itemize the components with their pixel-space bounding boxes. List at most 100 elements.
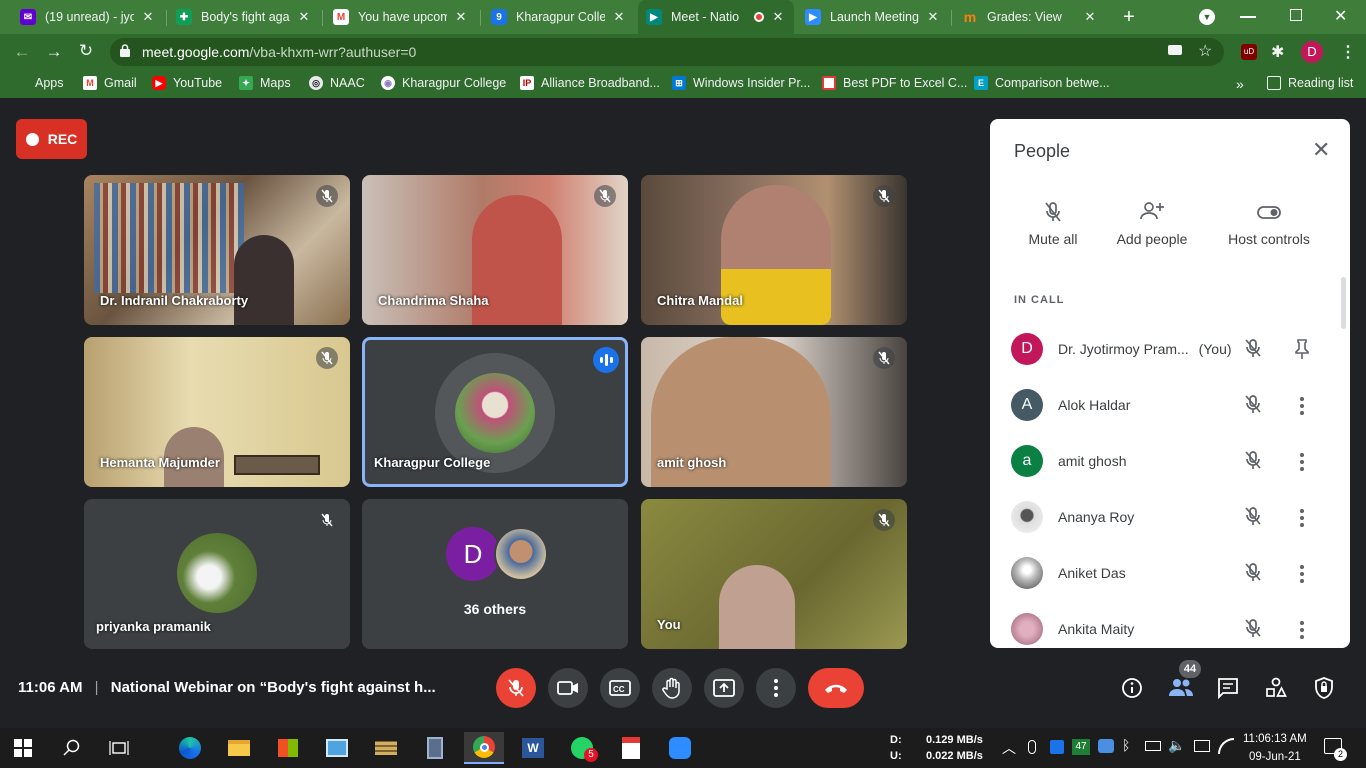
tab-kharagpur-college[interactable]: 9 Kharagpur Colleg ✕ xyxy=(483,0,635,34)
display-icon[interactable] xyxy=(1194,740,1210,752)
pdf-reader-taskbar-icon[interactable] xyxy=(611,732,651,764)
close-icon[interactable]: ✕ xyxy=(140,9,156,25)
participant-row[interactable]: D Dr. Jyotirmoy Pram... (You) xyxy=(990,321,1350,377)
bookmark-star-icon[interactable]: ☆ xyxy=(1198,41,1212,61)
video-tile[interactable]: Chitra Mandal xyxy=(641,175,907,325)
more-options-icon[interactable] xyxy=(1296,618,1308,642)
file-explorer-taskbar-icon[interactable] xyxy=(219,732,259,764)
tab-moodle-grades[interactable]: m Grades: View ✕ xyxy=(954,0,1106,34)
pin-icon[interactable] xyxy=(1293,338,1311,360)
participant-row[interactable]: Aniket Das xyxy=(990,545,1350,601)
microphone-toggle-button[interactable] xyxy=(496,668,536,708)
forward-arrow-icon[interactable]: → xyxy=(42,42,66,62)
close-icon[interactable]: ✕ xyxy=(770,9,786,25)
host-shield-icon[interactable] xyxy=(1313,676,1335,700)
participant-row[interactable]: Ankita Maity xyxy=(990,601,1350,648)
video-tile-active-speaker[interactable]: Kharagpur College xyxy=(362,337,628,487)
others-tile[interactable]: D 36 others xyxy=(362,499,628,649)
video-tile[interactable]: priyanka pramanik xyxy=(84,499,350,649)
chevron-up-icon[interactable]: ︿ xyxy=(1002,738,1016,758)
camera-toggle-button[interactable] xyxy=(548,668,588,708)
ublock-extension-icon[interactable]: uD xyxy=(1241,44,1257,60)
books-taskbar-icon[interactable] xyxy=(366,732,406,764)
battery-icon[interactable] xyxy=(1145,741,1161,751)
calculator-taskbar-icon[interactable] xyxy=(415,732,455,764)
video-tile[interactable]: amit ghosh xyxy=(641,337,907,487)
whatsapp-taskbar-icon[interactable]: 5 xyxy=(562,732,602,764)
menu-kebab-icon[interactable]: ⋮ xyxy=(1340,42,1356,62)
video-tile[interactable]: Hemanta Majumder xyxy=(84,337,350,487)
more-options-button[interactable] xyxy=(756,668,796,708)
participant-row[interactable]: A Alok Haldar xyxy=(990,377,1350,433)
more-options-icon[interactable] xyxy=(1296,450,1308,474)
close-icon[interactable]: ✕ xyxy=(453,9,469,25)
bookmark-comparison[interactable]: E Comparison betwe... xyxy=(974,76,1110,90)
more-options-icon[interactable] xyxy=(1296,562,1308,586)
bluetooth-icon[interactable]: ᛒ xyxy=(1122,737,1130,753)
bookmark-windows-insider[interactable]: ⊞ Windows Insider Pr... xyxy=(672,76,810,90)
add-people-button[interactable]: Add people xyxy=(1097,201,1207,247)
video-tile[interactable]: Chandrima Shaha xyxy=(362,175,628,325)
close-icon[interactable]: ✕ xyxy=(611,9,627,25)
meeting-info-icon[interactable] xyxy=(1121,677,1143,699)
close-window-icon[interactable]: ✕ xyxy=(1334,6,1347,26)
bookmark-alliance-broadband[interactable]: IP Alliance Broadband... xyxy=(520,76,660,90)
mute-all-button[interactable]: Mute all xyxy=(998,201,1108,247)
reload-icon[interactable]: ↻ xyxy=(74,41,98,61)
activities-icon[interactable] xyxy=(1265,677,1287,699)
restore-icon[interactable] xyxy=(1290,9,1302,21)
tray-counter-badge[interactable]: 47 xyxy=(1072,739,1090,755)
host-controls-button[interactable]: Host controls xyxy=(1214,201,1324,247)
close-icon[interactable]: ✕ xyxy=(1312,139,1330,161)
people-icon[interactable] xyxy=(1168,676,1194,698)
back-arrow-icon[interactable]: ← xyxy=(10,42,34,62)
tab-gmail[interactable]: M You have upcomi ✕ xyxy=(325,0,477,34)
raise-hand-button[interactable] xyxy=(652,668,692,708)
tab-yahoo-mail[interactable]: ✉ (19 unread) - jyot ✕ xyxy=(12,0,164,34)
zoom-taskbar-icon[interactable] xyxy=(660,732,700,764)
camera-icon[interactable] xyxy=(1168,45,1182,55)
wifi-icon[interactable] xyxy=(1218,738,1234,754)
new-tab-button[interactable]: + xyxy=(1118,6,1140,28)
close-icon[interactable]: ✕ xyxy=(296,9,312,25)
chrome-taskbar-icon[interactable] xyxy=(464,732,504,764)
tab-google-form[interactable]: ✚ Body's fight agair ✕ xyxy=(168,0,320,34)
clock-time[interactable]: 11:06:13 AM xyxy=(1243,733,1307,745)
address-bar[interactable]: meet.google.com/vba-khxm-wrr?authuser=0 … xyxy=(110,38,1224,66)
tab-zoom[interactable]: ▶ Launch Meeting - ✕ xyxy=(797,0,949,34)
search-button[interactable] xyxy=(52,732,92,764)
bookmark-gmail[interactable]: M Gmail xyxy=(83,76,137,90)
present-screen-button[interactable] xyxy=(704,668,744,708)
minimize-icon[interactable] xyxy=(1240,16,1256,18)
extensions-puzzle-icon[interactable]: ✱ xyxy=(1271,42,1284,62)
bookmark-naac[interactable]: ◎ NAAC xyxy=(309,76,365,90)
security-tray-icon[interactable] xyxy=(1098,739,1114,753)
control-panel-taskbar-icon[interactable] xyxy=(317,732,357,764)
video-tile-self[interactable]: You xyxy=(641,499,907,649)
microphone-tray-icon[interactable] xyxy=(1028,740,1036,754)
close-icon[interactable]: ✕ xyxy=(925,9,941,25)
task-view-button[interactable] xyxy=(99,732,139,764)
participant-row[interactable]: a amit ghosh xyxy=(990,433,1350,489)
video-tile[interactable]: Dr. Indranil Chakraborty xyxy=(84,175,350,325)
bookmark-maps[interactable]: ✦ Maps xyxy=(239,76,291,90)
start-button[interactable] xyxy=(3,732,43,764)
bookmarks-overflow-button[interactable]: » xyxy=(1236,76,1244,92)
captions-button[interactable]: CC xyxy=(600,668,640,708)
profile-avatar[interactable]: D xyxy=(1301,41,1323,63)
volume-icon[interactable]: 🔈 xyxy=(1168,737,1185,754)
store-taskbar-icon[interactable] xyxy=(268,732,308,764)
bookmark-kharagpur-college[interactable]: ◉ Kharagpur College xyxy=(381,76,506,90)
meeting-title[interactable]: National Webinar on “Body's fight agains… xyxy=(111,679,436,696)
chat-icon[interactable] xyxy=(1217,677,1239,700)
tab-search-icon[interactable]: ▼ xyxy=(1199,9,1215,25)
close-icon[interactable]: ✕ xyxy=(1082,9,1098,25)
tab-google-meet[interactable]: ▶ Meet - Natio ✕ xyxy=(638,0,794,34)
participant-row[interactable]: Ananya Roy xyxy=(990,489,1350,545)
more-options-icon[interactable] xyxy=(1296,506,1308,530)
recording-badge[interactable]: REC xyxy=(16,119,87,159)
bookmark-youtube[interactable]: ▶ YouTube xyxy=(152,76,222,90)
bookmark-apps[interactable]: Apps xyxy=(14,76,64,90)
bookmark-pdf-to-excel[interactable]: Best PDF to Excel C... xyxy=(822,76,967,90)
edge-taskbar-icon[interactable] xyxy=(170,732,210,764)
